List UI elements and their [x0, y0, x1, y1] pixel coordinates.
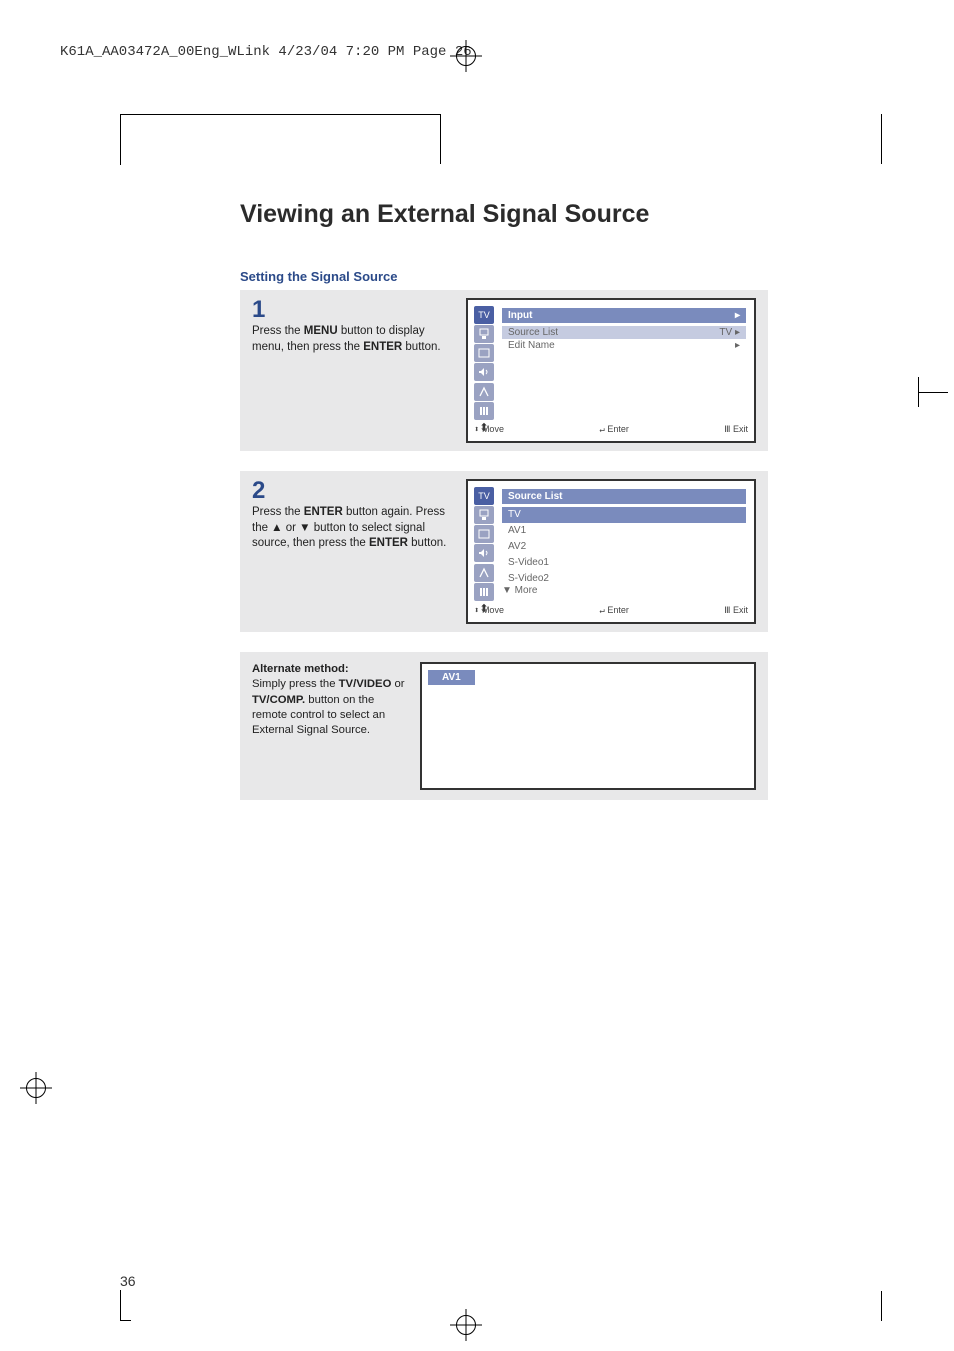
osd-option-av1: AV1	[502, 523, 746, 539]
source-badge: AV1	[428, 670, 475, 685]
tv-icon: TV	[474, 487, 494, 505]
picture-icon	[474, 525, 494, 543]
registration-mark-left	[20, 1072, 52, 1104]
input-icon	[474, 506, 494, 524]
prepress-header: K61A_AA03472A_00Eng_WLink 4/23/04 7:20 P…	[60, 44, 472, 60]
step-1-number: 1	[252, 298, 452, 322]
crop-inner-divider	[440, 114, 441, 164]
osd-row-edit-name: Edit Name ▸	[502, 339, 746, 352]
registration-mark-top	[450, 40, 482, 72]
sound-icon	[474, 544, 494, 562]
step-2-text: 2 Press the ENTER button again. Press th…	[252, 479, 452, 552]
registration-mark-bottom	[450, 1309, 482, 1341]
page-number: 36	[120, 1273, 136, 1289]
sound-icon	[474, 363, 494, 381]
page-title: Viewing an External Signal Source	[240, 200, 768, 229]
chevron-right-icon: ▸	[735, 327, 740, 338]
alternate-method-text: Alternate method: Simply press the TV/VI…	[252, 662, 406, 738]
osd-option-tv: TV	[502, 507, 746, 523]
osd-option-av2: AV2	[502, 539, 746, 555]
osd-footer: ⬍ Move ↵ Enter Ⅲ Exit	[474, 605, 748, 616]
step-1: 1 Press the MENU button to display menu,…	[240, 290, 768, 451]
crop-corner-br	[871, 1291, 882, 1321]
step-1-text: 1 Press the MENU button to display menu,…	[252, 298, 452, 355]
osd-screenshot-2: TV ⬍ Source Li	[466, 479, 756, 624]
crop-tick-right	[918, 392, 948, 393]
osd-heading: Input ▸	[502, 308, 746, 323]
setup-icon	[474, 402, 494, 420]
tv-screen-example: AV1	[420, 662, 756, 790]
osd-more-indicator: ▼ More	[502, 585, 537, 596]
page-content: Viewing an External Signal Source Settin…	[240, 200, 768, 800]
osd-row-source-list: Source List TV ▸	[502, 326, 746, 339]
osd-option-svideo1: S-Video1	[502, 555, 746, 571]
osd-option-svideo2: S-Video2	[502, 571, 746, 587]
osd-side-icons: TV ⬍	[474, 487, 496, 616]
chevron-right-icon: ▸	[735, 310, 740, 321]
tv-icon: TV	[474, 306, 494, 324]
setup-icon	[474, 583, 494, 601]
alternate-method: Alternate method: Simply press the TV/VI…	[240, 652, 768, 800]
picture-icon	[474, 344, 494, 362]
osd-heading: Source List	[502, 489, 746, 504]
step-2-number: 2	[252, 479, 452, 503]
osd-screenshot-1: TV ⬍ Input	[466, 298, 756, 443]
osd-side-icons: TV ⬍	[474, 306, 496, 435]
crop-corner-tl	[120, 114, 441, 165]
osd-footer: ⬍ Move ↵ Enter Ⅲ Exit	[474, 424, 748, 435]
channel-icon	[474, 383, 494, 401]
section-subtitle: Setting the Signal Source	[240, 269, 768, 284]
input-icon	[474, 325, 494, 343]
crop-corner-tr	[881, 114, 882, 164]
crop-corner-bl	[120, 1290, 131, 1321]
chevron-right-icon: ▸	[735, 340, 740, 351]
channel-icon	[474, 564, 494, 582]
step-2: 2 Press the ENTER button again. Press th…	[240, 471, 768, 632]
